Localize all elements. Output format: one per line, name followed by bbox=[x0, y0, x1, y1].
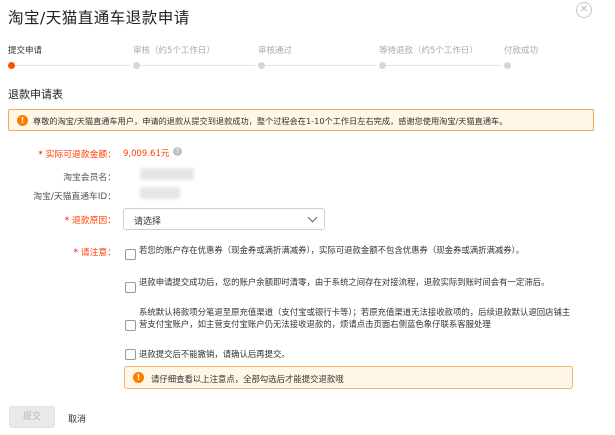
step-approved-dot bbox=[258, 62, 265, 69]
cancel-link[interactable]: 取消 bbox=[68, 412, 86, 425]
section-title: 退款申请表 bbox=[8, 88, 63, 101]
step-submit-dot bbox=[8, 62, 15, 69]
warning-banner: ! 请仔细查看以上注意点，全部勾选后才能提交退款哦 bbox=[124, 366, 573, 389]
ack-checkbox-coupon[interactable] bbox=[125, 249, 136, 260]
ack-checkbox-balance[interactable] bbox=[125, 282, 136, 293]
question-icon[interactable]: ? bbox=[173, 147, 182, 156]
ack-text-balance: 退款申请提交成功后，您的账户余额即时清零，由于系统之间存在对接流程，退款实际到账… bbox=[139, 277, 550, 287]
chevron-down-icon bbox=[307, 212, 318, 223]
ack-text-coupon: 若您的账户存在优惠券（现金券或满折满减券），实际可退款金额不包含优惠券（现金券或… bbox=[139, 245, 525, 255]
step-connector bbox=[15, 65, 130, 66]
account-id-label: 淘宝/天猫直通车ID： bbox=[33, 192, 116, 202]
close-icon[interactable]: ✕ bbox=[576, 2, 592, 18]
refund-reason-label: * 退款原因： bbox=[64, 216, 116, 226]
step-connector bbox=[386, 65, 501, 66]
step-wait-refund-label: 等待退款（约5个工作日） bbox=[379, 46, 478, 56]
exclamation-icon: ! bbox=[133, 372, 144, 383]
dialog-title: 淘宝/天猫直通车退款申请 bbox=[8, 9, 190, 27]
account-id-value bbox=[140, 187, 180, 199]
step-review-dot bbox=[133, 62, 140, 69]
required-mark: * bbox=[38, 150, 43, 160]
refundable-amount-value: 9,009.61元 bbox=[123, 149, 170, 159]
step-paid-dot bbox=[504, 62, 511, 69]
step-paid-label: 付款成功 bbox=[504, 46, 539, 56]
warning-text: 请仔细查看以上注意点，全部勾选后才能提交退款哦 bbox=[151, 374, 344, 384]
step-connector bbox=[265, 65, 376, 66]
member-name-label: 淘宝会员名： bbox=[63, 173, 116, 183]
notes-label: * 请注意： bbox=[73, 248, 116, 258]
step-wait-refund-dot bbox=[379, 62, 386, 69]
step-review-label: 审核（约5个工作日） bbox=[133, 46, 215, 56]
ack-checkbox-channel[interactable] bbox=[125, 320, 136, 331]
step-approved-label: 审核通过 bbox=[258, 46, 293, 56]
submit-button[interactable]: 提交 bbox=[9, 406, 55, 428]
ack-text-channel: 系统默认将款项分笔退至原充值渠道（支付宝或银行卡等）；若原充值渠道无法接收款项的… bbox=[139, 307, 571, 329]
member-name-value bbox=[140, 168, 194, 180]
select-value: 请选择 bbox=[134, 217, 162, 227]
notice-banner: ! 尊敬的淘宝/天猫直通车用户，申请的退款从提交到退款成功，整个过程会在1-10… bbox=[8, 109, 594, 131]
step-connector bbox=[140, 65, 255, 66]
refund-reason-select[interactable]: 请选择 bbox=[123, 208, 325, 230]
exclamation-icon: ! bbox=[17, 115, 28, 126]
step-submit-label: 提交申请 bbox=[8, 46, 43, 56]
notice-text: 尊敬的淘宝/天猫直通车用户，申请的退款从提交到退款成功，整个过程会在1-10个工… bbox=[33, 116, 508, 126]
ack-text-irrevocable: 退款提交后不能撤销，请确认后再提交。 bbox=[139, 349, 290, 359]
refundable-amount-label: * 实际可退款金额： bbox=[38, 150, 116, 160]
ack-checkbox-irrevocable[interactable] bbox=[125, 349, 136, 360]
